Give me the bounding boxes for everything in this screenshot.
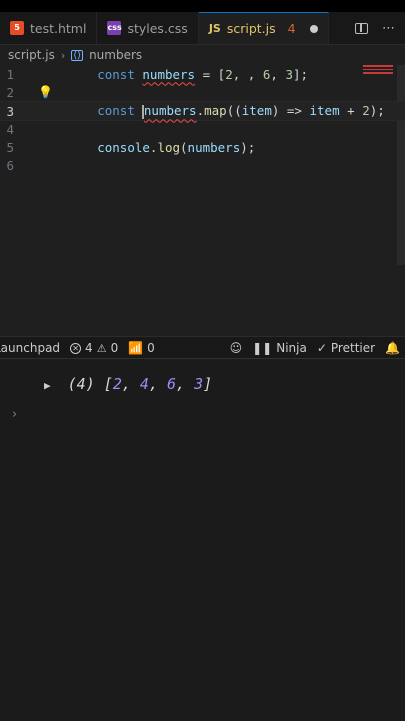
ports-status[interactable]: 📶 0 xyxy=(123,341,160,355)
antenna-icon: 📶 xyxy=(128,341,144,355)
line-number: 3 xyxy=(6,103,14,119)
parameter: item xyxy=(241,103,272,119)
copilot-status[interactable]: ☺ xyxy=(225,341,248,355)
tab-label: script.js xyxy=(226,21,276,36)
line-number: 4 xyxy=(6,121,14,137)
code-line: 6 xyxy=(0,156,405,174)
vscode-window: 5 test.html css styles.css JS script.js … xyxy=(0,0,405,721)
line-number: 1 xyxy=(6,66,14,82)
identifier: item xyxy=(309,103,340,119)
array-value: 4 xyxy=(139,375,149,393)
status-bar: Launchpad ✕ 4 ⚠ 0 📶 0 ☺ ❚❚ Ninja ✓ Prett… xyxy=(0,336,405,359)
code-line: 5 console.log(numbers); xyxy=(0,138,405,156)
keyword: const xyxy=(97,103,135,119)
copilot-icon: ☺ xyxy=(229,341,243,355)
bell-icon: 🔔 xyxy=(385,341,400,355)
code-editor[interactable]: 1 const numbers = [2, , 6, 3]; 💡 3 const… xyxy=(0,65,405,336)
keyword: const xyxy=(97,66,135,82)
console-log-output[interactable]: ▶ (4) [2, 4, 6, 3] xyxy=(44,375,212,393)
css-file-icon: css xyxy=(107,21,122,35)
code-line: 1 const numbers = [2, , 6, 3]; xyxy=(0,65,405,83)
line-number: 2 xyxy=(6,84,14,100)
ports-count: 0 xyxy=(147,341,155,355)
code-text: + xyxy=(339,103,363,119)
identifier: numbers xyxy=(142,66,196,82)
function-name: log xyxy=(157,139,181,155)
error-icon: ✕ xyxy=(70,342,82,354)
tab-label: styles.css xyxy=(127,20,188,36)
html-file-icon: 5 xyxy=(10,21,24,35)
code-text: ); xyxy=(369,103,385,119)
array-value: 6 xyxy=(167,375,177,393)
number-literal: 3 xyxy=(285,66,293,82)
line-number: 6 xyxy=(6,157,14,173)
number-literal: 2 xyxy=(225,66,233,82)
prettier-status[interactable]: ✓ Prettier xyxy=(312,341,380,355)
identifier: numbers xyxy=(187,139,241,155)
notifications-status[interactable]: 🔔 xyxy=(380,341,405,355)
code-text: ( xyxy=(180,139,188,155)
ninja-status[interactable]: ❚❚ Ninja xyxy=(247,341,312,355)
array-length: (4) xyxy=(67,375,95,393)
number-literal: 2 xyxy=(362,103,370,119)
code-line-current: 3 const numbers.map((item) => item + 2); xyxy=(0,101,405,121)
code-text: (( xyxy=(226,103,242,119)
console-prompt-icon[interactable]: › xyxy=(12,407,17,422)
code-text: = [ xyxy=(195,66,226,82)
more-actions-icon[interactable]: ⋯ xyxy=(382,21,395,36)
status-bar-right: ☺ ❚❚ Ninja ✓ Prettier 🔔 xyxy=(225,341,405,355)
prettier-label: Prettier xyxy=(330,341,376,355)
code-text: . xyxy=(196,103,205,119)
warning-icon: ⚠ xyxy=(96,341,107,355)
console-panel: ▶ (4) [2, 4, 6, 3] › xyxy=(0,358,405,721)
code-text: ]; xyxy=(292,66,309,82)
identifier: console xyxy=(97,139,150,155)
check-icon: ✓ xyxy=(316,341,327,355)
warning-count: 0 xyxy=(110,341,119,355)
identifier: numbers xyxy=(143,103,197,119)
ninja-label: Ninja xyxy=(276,341,307,355)
tab-script-js[interactable]: JS script.js 4 xyxy=(198,12,329,44)
code-text: ) => xyxy=(271,103,310,119)
launchpad-status[interactable]: Launchpad xyxy=(0,341,65,355)
pause-icon: ❚❚ xyxy=(252,341,273,355)
js-file-icon: JS xyxy=(208,21,221,35)
number-literal: 6 xyxy=(262,66,271,82)
tab-bar: 5 test.html css styles.css JS script.js … xyxy=(0,12,405,45)
tab-test-html[interactable]: 5 test.html xyxy=(0,12,98,44)
code-line: 2 xyxy=(0,83,405,101)
tab-label: test.html xyxy=(30,20,87,36)
error-count: 4 xyxy=(85,341,93,355)
editor-actions: ⋯ xyxy=(355,12,405,44)
function-name: map xyxy=(204,103,227,119)
code-text: ); xyxy=(240,139,256,155)
expand-arrow-icon[interactable]: ▶ xyxy=(44,379,51,392)
tab-styles-css[interactable]: css styles.css xyxy=(97,12,199,44)
line-number: 5 xyxy=(6,139,14,155)
array-value: 2 xyxy=(112,375,122,393)
unsaved-dot-icon[interactable] xyxy=(309,24,318,33)
array-value: 3 xyxy=(194,375,204,393)
problems-status[interactable]: ✕ 4 ⚠ 0 xyxy=(65,341,123,355)
launchpad-label: Launchpad xyxy=(0,341,61,355)
split-editor-icon[interactable] xyxy=(355,22,368,34)
problem-count-badge: 4 xyxy=(287,21,296,36)
